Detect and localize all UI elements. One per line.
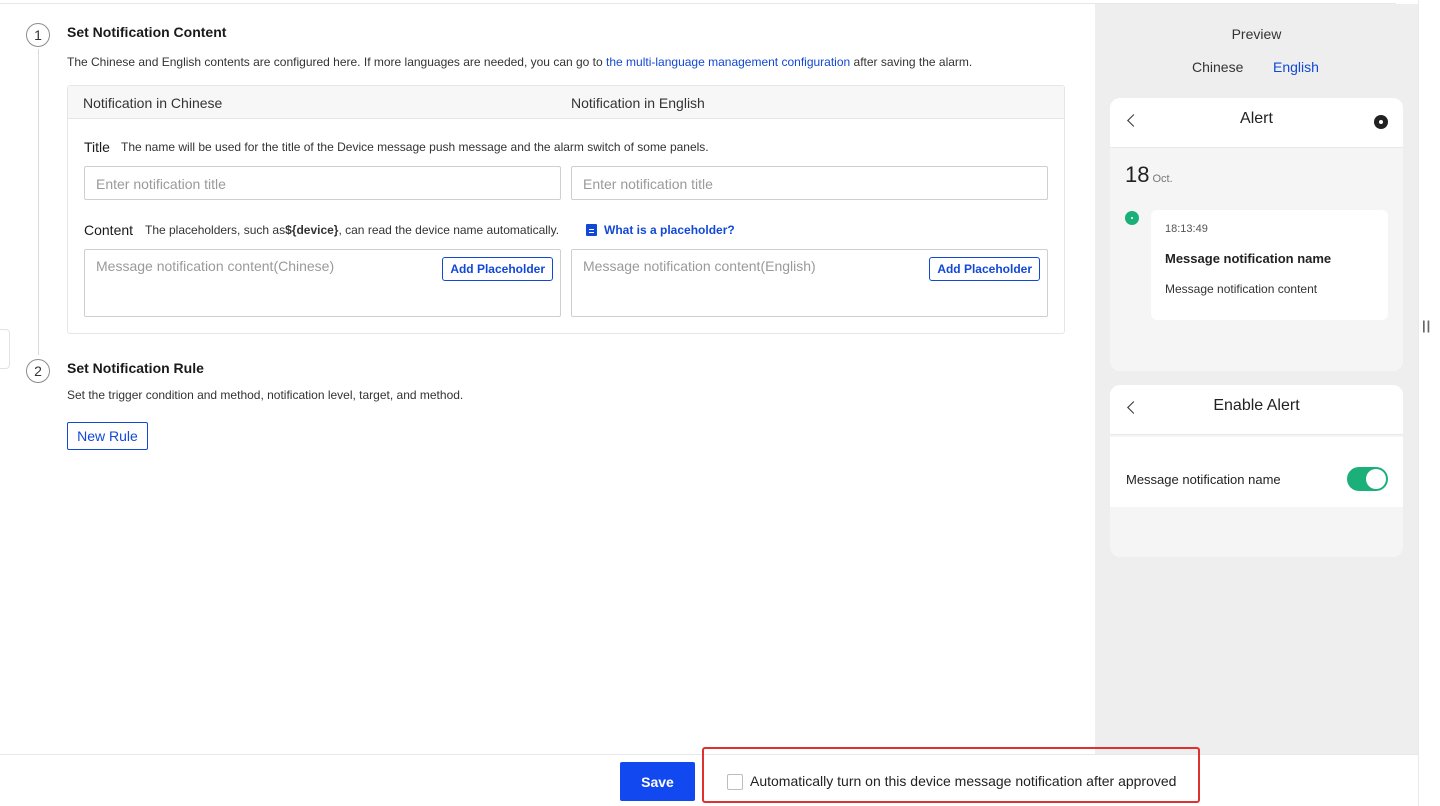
alert-preview-card: Alert 18 Oct. 18:13:49 Message notificati… <box>1110 98 1403 371</box>
document-icon <box>586 224 597 236</box>
content-hint: The placeholders, such as${device}, can … <box>145 223 559 237</box>
step-2-indicator: 2 <box>26 359 50 383</box>
new-rule-button[interactable]: New Rule <box>67 422 148 450</box>
auto-enable-label[interactable]: Automatically turn on this device messag… <box>750 773 1176 789</box>
content-label: Content <box>84 222 134 238</box>
step-1-description: The Chinese and English contents are con… <box>67 55 972 69</box>
what-is-placeholder-link[interactable]: What is a placeholder? <box>586 223 735 237</box>
title-input-chinese[interactable]: Enter notification title <box>84 166 561 200</box>
gear-icon <box>1374 115 1388 129</box>
message-content: Message notification content <box>1165 282 1318 296</box>
preview-title: Preview <box>1231 26 1282 42</box>
preview-tab-english[interactable]: English <box>1273 59 1319 75</box>
right-rail <box>1418 0 1419 806</box>
content-placeholder-chinese: Message notification content(Chinese) <box>96 258 335 274</box>
what-is-placeholder-text: What is a placeholder? <box>604 223 735 237</box>
alert-month: Oct. <box>1152 173 1173 185</box>
step-1-desc-text: The Chinese and English contents are con… <box>67 55 607 69</box>
auto-enable-checkbox[interactable] <box>727 774 743 790</box>
message-card: 18:13:49 Message notification name Messa… <box>1151 210 1388 320</box>
enable-alert-preview-card: Enable Alert Message notification name <box>1110 385 1403 557</box>
column-chinese-header: Notification in Chinese <box>83 95 223 111</box>
alert-card-header: Alert <box>1110 98 1403 148</box>
message-name: Message notification name <box>1165 251 1332 266</box>
alert-day: 18 <box>1125 162 1150 187</box>
auto-enable-highlight: Automatically turn on this device messag… <box>702 747 1200 803</box>
enable-card-header: Enable Alert <box>1110 385 1403 435</box>
title-input-english[interactable]: Enter notification title <box>571 166 1048 200</box>
step-1-indicator: 1 <box>26 23 50 47</box>
footer-bar: Save Automatically turn on this device m… <box>0 747 1418 806</box>
alert-date: 18 Oct. <box>1125 162 1173 188</box>
message-time: 18:13:49 <box>1165 223 1208 235</box>
column-english-header: Notification in English <box>571 95 705 111</box>
preview-tab-chinese[interactable]: Chinese <box>1192 59 1243 75</box>
language-columns-header: Notification in Chinese Notification in … <box>68 86 1064 119</box>
add-placeholder-button-english[interactable]: Add Placeholder <box>929 257 1040 281</box>
title-hint: The name will be used for the title of t… <box>121 140 709 154</box>
placeholder-example: ${device} <box>285 223 339 237</box>
enable-alert-toggle <box>1347 467 1388 491</box>
add-placeholder-button-chinese[interactable]: Add Placeholder <box>442 257 553 281</box>
multi-language-config-link[interactable]: the multi-language management configurat… <box>606 55 850 69</box>
step-1-desc-suffix: after saving the alarm. <box>850 55 973 69</box>
content-textarea-english[interactable]: Message notification content(English) Ad… <box>571 249 1048 317</box>
timeline-dot-icon <box>1125 211 1139 225</box>
content-textarea-chinese[interactable]: Message notification content(Chinese) Ad… <box>84 249 561 317</box>
enable-card-title: Enable Alert <box>1213 397 1300 414</box>
step-connector <box>38 49 39 355</box>
content-placeholder-english: Message notification content(English) <box>583 258 816 274</box>
title-label: Title <box>84 139 110 155</box>
step-2-description: Set the trigger condition and method, no… <box>67 388 464 402</box>
step-2-title: Set Notification Rule <box>67 360 204 376</box>
enable-alert-row: Message notification name <box>1110 437 1403 507</box>
side-collapse-tab[interactable] <box>0 329 10 369</box>
content-hint-text: The placeholders, such as <box>145 223 286 237</box>
alert-card-title: Alert <box>1240 110 1273 127</box>
preview-panel: Preview Chinese English Alert 18 Oct. 18:… <box>1095 4 1418 754</box>
save-button[interactable]: Save <box>620 762 695 801</box>
resize-handle-icon[interactable]: || <box>1422 318 1431 333</box>
content-hint-suffix: , can read the device name automatically… <box>338 223 560 237</box>
enable-alert-label: Message notification name <box>1126 472 1281 487</box>
step-1-title: Set Notification Content <box>67 24 227 40</box>
